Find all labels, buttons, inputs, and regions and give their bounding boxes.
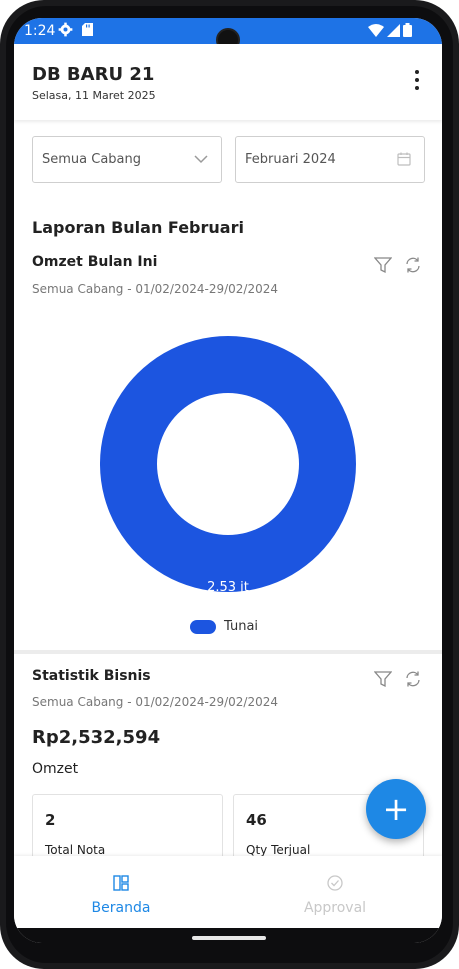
stats-card-subtitle: Semua Cabang - 01/02/2024-29/02/2024 [32,695,279,709]
filter-icon[interactable] [374,670,392,688]
stats-card-title: Statistik Bisnis [32,668,151,684]
legend-label-tunai: Tunai [224,619,259,634]
month-picker-value: Februari 2024 [245,152,336,167]
section-divider [14,650,442,654]
donut-data-label: 2.53 jt [207,580,249,595]
donut-chart-svg [99,336,356,592]
month-picker[interactable]: Februari 2024 [235,136,425,183]
nav-item-beranda[interactable]: Beranda [14,856,228,928]
check-circle-icon [327,875,343,891]
header-date: Selasa, 11 Maret 2025 [32,89,156,102]
branch-dropdown-value: Semua Cabang [42,152,142,167]
stat-value: 46 [246,811,267,829]
nav-label-beranda: Beranda [91,900,151,916]
nav-label-approval: Approval [303,900,367,916]
more-menu-icon[interactable] [414,70,420,92]
settings-gear-icon [58,22,73,37]
app-screen: 1:24 DB BARU 21 Selasa, 11 Maret 2025 Se… [14,18,442,943]
legend-swatch-tunai [190,619,216,634]
stat-value: 2 [45,811,56,829]
wifi-icon [368,23,384,37]
bottom-navigation: Beranda Approval [14,856,442,928]
donut-slice-tunai [99,336,356,592]
omzet-card-actions [374,256,422,274]
add-fab-button[interactable]: + [366,779,426,839]
refresh-icon[interactable] [404,256,422,274]
status-time: 1:24 [24,23,56,39]
chart-legend: Tunai [190,619,258,634]
plus-icon: + [382,790,410,828]
omzet-card-subtitle: Semua Cabang - 01/02/2024-29/02/2024 [32,282,279,296]
nav-item-approval[interactable]: Approval [228,856,442,928]
home-indicator[interactable] [192,936,266,940]
chevron-down-icon [194,155,208,164]
dashboard-icon [113,875,129,891]
app-title: DB BARU 21 [32,64,155,85]
omzet-amount: Rp2,532,594 [32,727,161,748]
status-indicators [368,23,412,37]
report-section-title: Laporan Bulan Februari [32,218,244,237]
omzet-card-title: Omzet Bulan Ini [32,254,158,270]
branch-dropdown[interactable]: Semua Cabang [32,136,222,183]
battery-icon [403,23,412,37]
app-header: DB BARU 21 Selasa, 11 Maret 2025 [14,44,442,120]
omzet-donut-chart: 2.53 jt [99,336,356,595]
filter-icon[interactable] [374,256,392,274]
sd-card-icon [82,23,93,36]
stat-label: Qty Terjual [246,843,311,857]
stat-label: Total Nota [45,843,106,857]
refresh-icon[interactable] [404,670,422,688]
signal-icon [387,23,400,37]
calendar-icon [397,152,411,166]
stats-card-actions [374,670,422,688]
omzet-amount-label: Omzet [32,761,79,777]
